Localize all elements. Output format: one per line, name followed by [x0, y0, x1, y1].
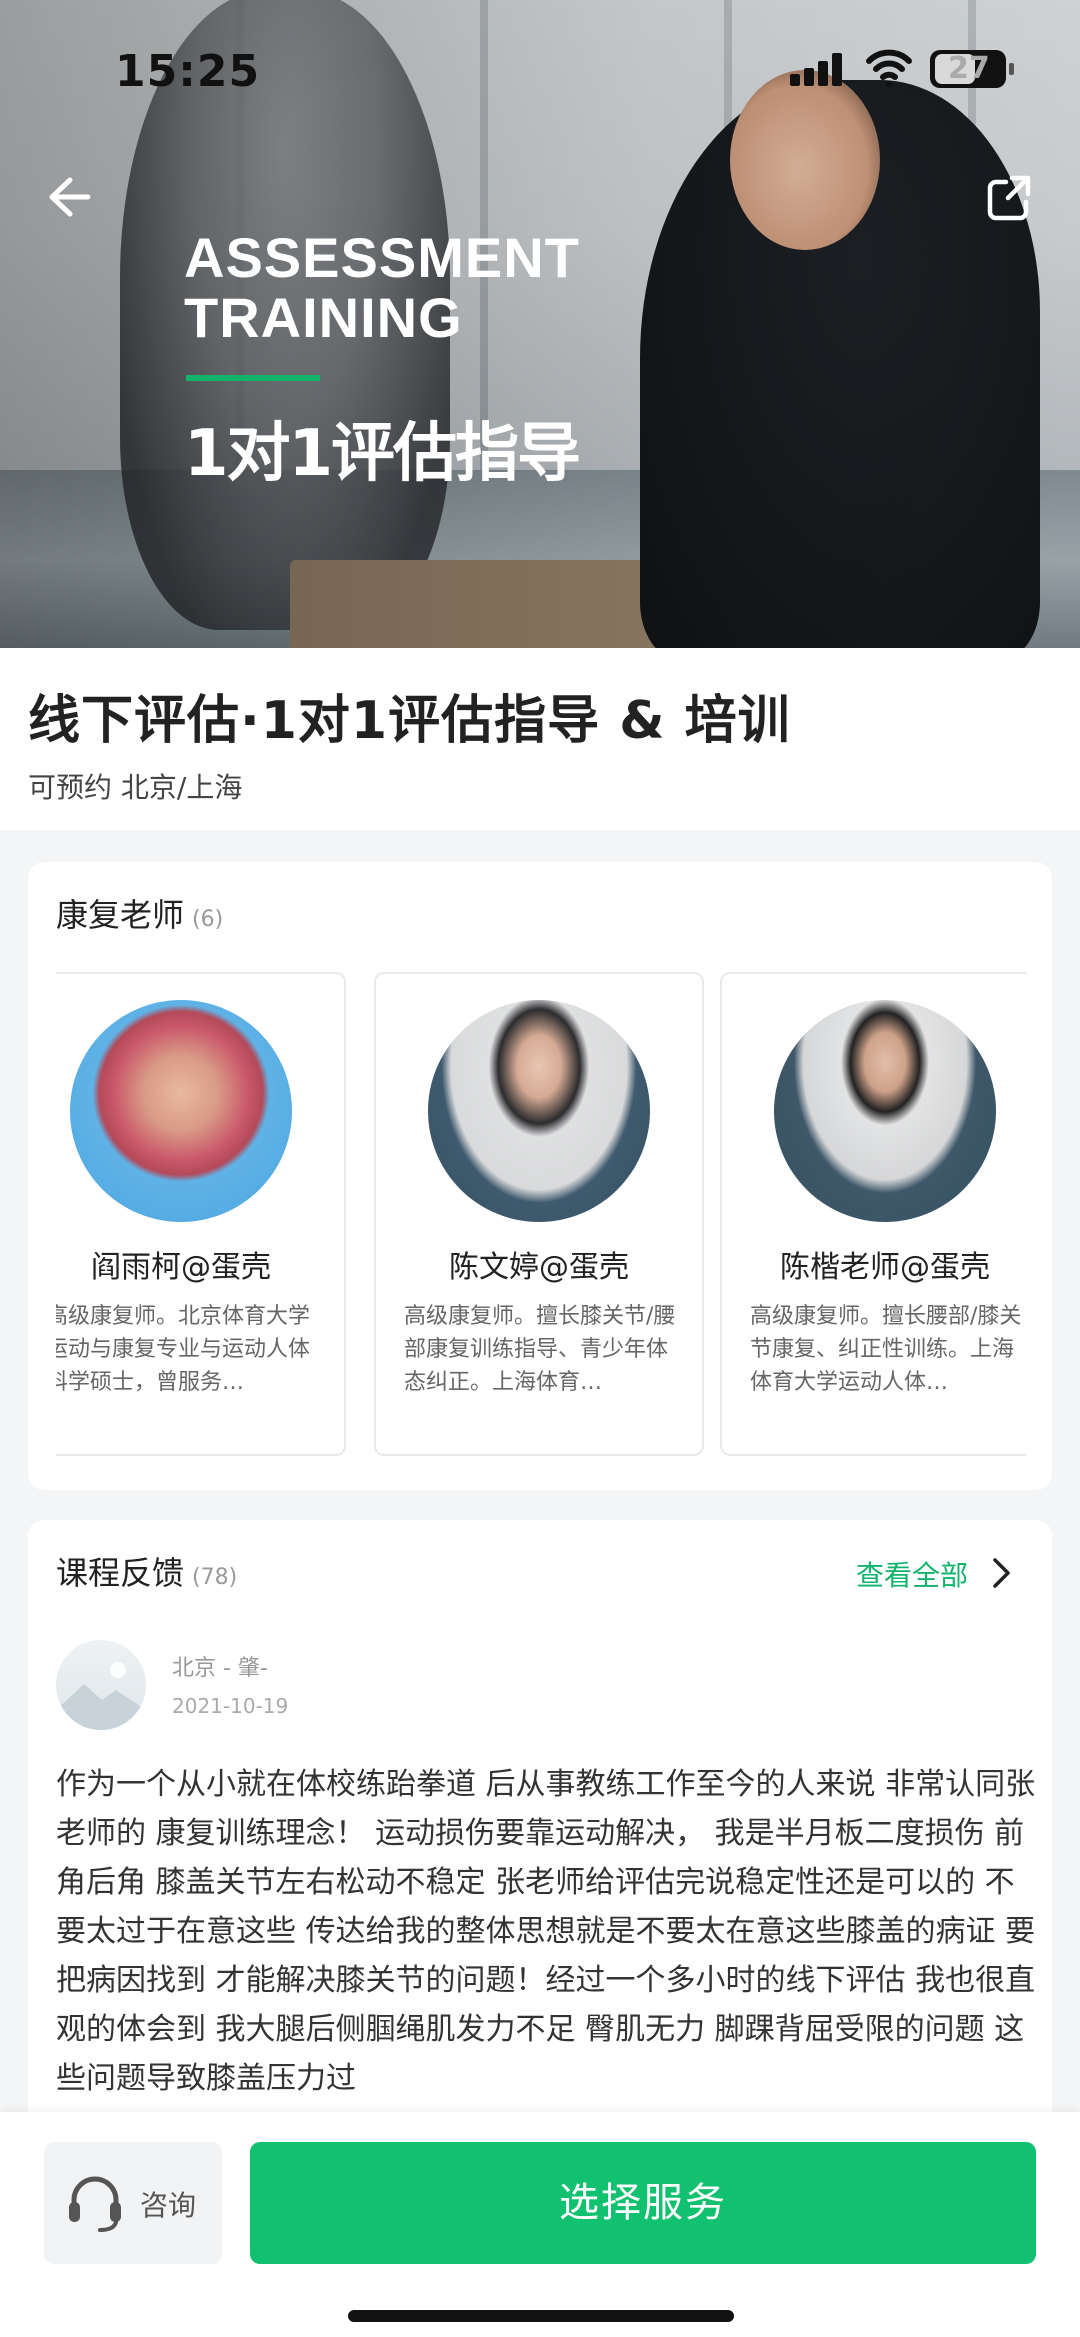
teacher-avatar	[774, 1000, 996, 1222]
battery-icon: 27	[930, 50, 1014, 88]
status-time: 15:25	[115, 46, 261, 97]
course-title-section: 线下评估·1对1评估指导 & 培训 可预约 北京/上海	[0, 648, 1080, 830]
hero-accent-bar	[186, 375, 320, 381]
view-all-link[interactable]: 查看全部	[856, 1554, 968, 1594]
teachers-heading: 康复老师 (6)	[56, 890, 223, 936]
home-indicator	[348, 2310, 734, 2322]
hero-title: ASSESSMENT TRAINING	[184, 228, 580, 348]
teacher-desc: 高级康复师。擅长膝关节/腰部康复训练指导、青少年体态纠正。上海体育…	[404, 1304, 676, 1395]
hero-subtitle: 1对1评估指导	[184, 417, 581, 491]
teacher-desc: 高级康复师。擅长腰部/膝关节康复、纠正性训练。上海体育大学运动人体…	[750, 1304, 1022, 1395]
teacher-name: 阎雨柯@蛋壳	[91, 1250, 271, 1285]
teachers-carousel[interactable]: 阎雨柯@蛋壳 高级康复师。北京体育大学运动与康复专业与运动人体科学硕士，曾服务……	[56, 972, 1026, 1456]
consult-label: 咨询	[140, 2189, 197, 2222]
hero-title-line1: ASSESSMENT	[184, 226, 580, 289]
teacher-card[interactable]: 陈文婷@蛋壳 高级康复师。擅长膝关节/腰部康复训练指导、青少年体态纠正。上海体育…	[374, 972, 704, 1456]
feedback-heading: 课程反馈 (78)	[56, 1548, 237, 1594]
chevron-right-icon[interactable]	[988, 1556, 1014, 1590]
course-title: 线下评估·1对1评估指导 & 培训	[28, 691, 791, 751]
wifi-icon	[866, 49, 912, 88]
battery-level: 27	[948, 51, 990, 86]
reviewer-avatar	[56, 1640, 146, 1730]
course-availability: 可预约 北京/上海	[28, 771, 243, 804]
feedback-count: (78)	[192, 1565, 238, 1590]
teacher-card[interactable]: 陈楷老师@蛋壳 高级康复师。擅长腰部/膝关节康复、纠正性训练。上海体育大学运动人…	[720, 972, 1026, 1456]
headset-icon	[69, 2176, 121, 2232]
feedback-heading-label: 课程反馈	[56, 1554, 185, 1592]
reviewer-name: 北京 - 肇-	[172, 1656, 268, 1681]
status-bar: 15:25 27	[0, 0, 1080, 140]
cellular-signal-icon	[790, 52, 846, 86]
bottom-action-bar: 咨询 选择服务	[0, 2112, 1080, 2337]
teachers-count: (6)	[192, 907, 224, 932]
teacher-name: 陈楷老师@蛋壳	[780, 1250, 990, 1285]
teacher-avatar	[428, 1000, 650, 1222]
review-date: 2021-10-19	[172, 1694, 289, 1718]
teacher-desc: 高级康复师。北京体育大学运动与康复专业与运动人体科学硕士，曾服务…	[56, 1304, 311, 1395]
teacher-avatar	[70, 1000, 292, 1222]
teacher-card[interactable]: 阎雨柯@蛋壳 高级康复师。北京体育大学运动与康复专业与运动人体科学硕士，曾服务…	[56, 972, 346, 1456]
teacher-name: 陈文婷@蛋壳	[449, 1250, 629, 1285]
consult-button[interactable]: 咨询	[44, 2142, 222, 2264]
teachers-card: 康复老师 (6) 阎雨柯@蛋壳 高级康复师。北京体育大学运动与康复专业与运动人体科…	[28, 862, 1052, 1490]
default-avatar-icon	[56, 1662, 146, 1730]
select-service-button[interactable]: 选择服务	[250, 2142, 1036, 2264]
share-icon[interactable]	[984, 172, 1036, 224]
hero-title-line2: TRAINING	[184, 286, 463, 349]
back-arrow-icon[interactable]	[40, 170, 94, 224]
teachers-heading-label: 康复老师	[56, 896, 185, 934]
